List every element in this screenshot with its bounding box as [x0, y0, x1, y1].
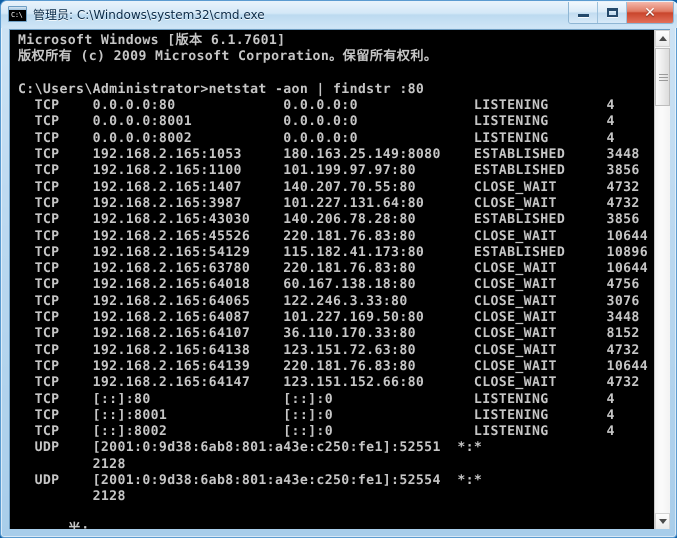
chevron-down-icon — [659, 519, 667, 524]
scrollbar-thumb[interactable] — [655, 48, 670, 106]
cmd-console-icon[interactable]: C:\ — [8, 6, 27, 22]
window-controls: ✕ — [568, 2, 674, 24]
minimize-icon — [578, 14, 589, 17]
thumb-grip-line — [659, 80, 668, 81]
thumb-grip-line — [659, 74, 668, 75]
thumb-grip-line — [659, 77, 668, 78]
icon-titlebar-strip — [9, 7, 26, 10]
scroll-up-button[interactable] — [655, 30, 670, 47]
console-output-surface[interactable]: Microsoft Windows [版本 6.1.7601] 版权所有 (c)… — [10, 30, 655, 529]
scroll-down-button[interactable] — [655, 513, 670, 529]
window-title: 管理员: C:\Windows\system32\cmd.exe — [33, 7, 265, 22]
icon-prompt-label: C:\ — [11, 11, 23, 19]
maximize-icon — [607, 8, 618, 17]
title-bar[interactable]: C:\ 管理员: C:\Windows\system32\cmd.exe ✕ — [1, 1, 677, 28]
close-icon: ✕ — [644, 4, 656, 21]
close-button[interactable]: ✕ — [627, 2, 673, 23]
minimize-button[interactable] — [569, 2, 598, 23]
vertical-scrollbar[interactable] — [654, 30, 670, 529]
chevron-up-icon — [659, 36, 667, 41]
title-bar-left: C:\ 管理员: C:\Windows\system32\cmd.exe — [8, 4, 265, 24]
maximize-button[interactable] — [598, 2, 627, 23]
console-output-text: Microsoft Windows [版本 6.1.7601] 版权所有 (c)… — [18, 33, 649, 529]
cmd-window: C:\ 管理员: C:\Windows\system32\cmd.exe ✕ M… — [0, 0, 677, 538]
console-client-area: Microsoft Windows [版本 6.1.7601] 版权所有 (c)… — [9, 29, 670, 529]
